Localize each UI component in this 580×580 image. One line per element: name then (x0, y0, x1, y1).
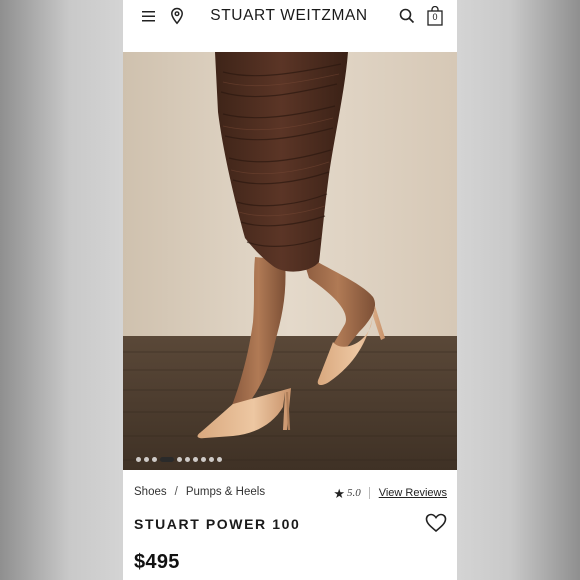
product-photo (123, 52, 457, 470)
gallery-dot[interactable] (209, 456, 214, 462)
gallery-dot[interactable] (152, 456, 157, 462)
gallery-dot[interactable] (201, 456, 206, 462)
gallery-dot[interactable] (193, 456, 198, 462)
gallery-dot[interactable] (136, 456, 141, 462)
breadcrumb: Shoes / Pumps & Heels (134, 485, 265, 499)
hamburger-menu-icon[interactable] (139, 6, 159, 26)
map-pin-icon[interactable] (167, 6, 187, 26)
product-image[interactable] (123, 52, 457, 470)
gallery-pagination (136, 456, 222, 462)
gallery-dot-active[interactable] (160, 456, 174, 462)
product-page: STUART WEITZMAN 0 Shoes / Pumps & Heels … (123, 0, 457, 580)
rating-summary: ★ 5.0 View Reviews (333, 485, 447, 501)
gallery-dot[interactable] (185, 456, 190, 462)
brand-logo[interactable]: STUART WEITZMAN (199, 7, 379, 25)
site-header: STUART WEITZMAN 0 (123, 0, 457, 52)
view-reviews-link[interactable]: View Reviews (379, 487, 447, 499)
breadcrumb-separator: / (174, 486, 178, 498)
product-price: $495 (134, 551, 180, 573)
search-icon[interactable] (397, 6, 417, 26)
cart-button[interactable]: 0 (427, 6, 443, 26)
breadcrumb-pumps-heels[interactable]: Pumps & Heels (186, 486, 265, 498)
heart-outline-icon[interactable] (425, 513, 447, 533)
product-title: STUART POWER 100 (134, 516, 301, 532)
gallery-dot[interactable] (144, 456, 149, 462)
star-icon: ★ (333, 485, 345, 501)
gallery-dot[interactable] (217, 456, 222, 462)
divider (368, 487, 370, 499)
breadcrumb-shoes[interactable]: Shoes (134, 486, 167, 498)
rating-score: 5.0 (346, 487, 361, 499)
gallery-dot[interactable] (177, 456, 182, 462)
cart-count: 0 (432, 12, 438, 22)
